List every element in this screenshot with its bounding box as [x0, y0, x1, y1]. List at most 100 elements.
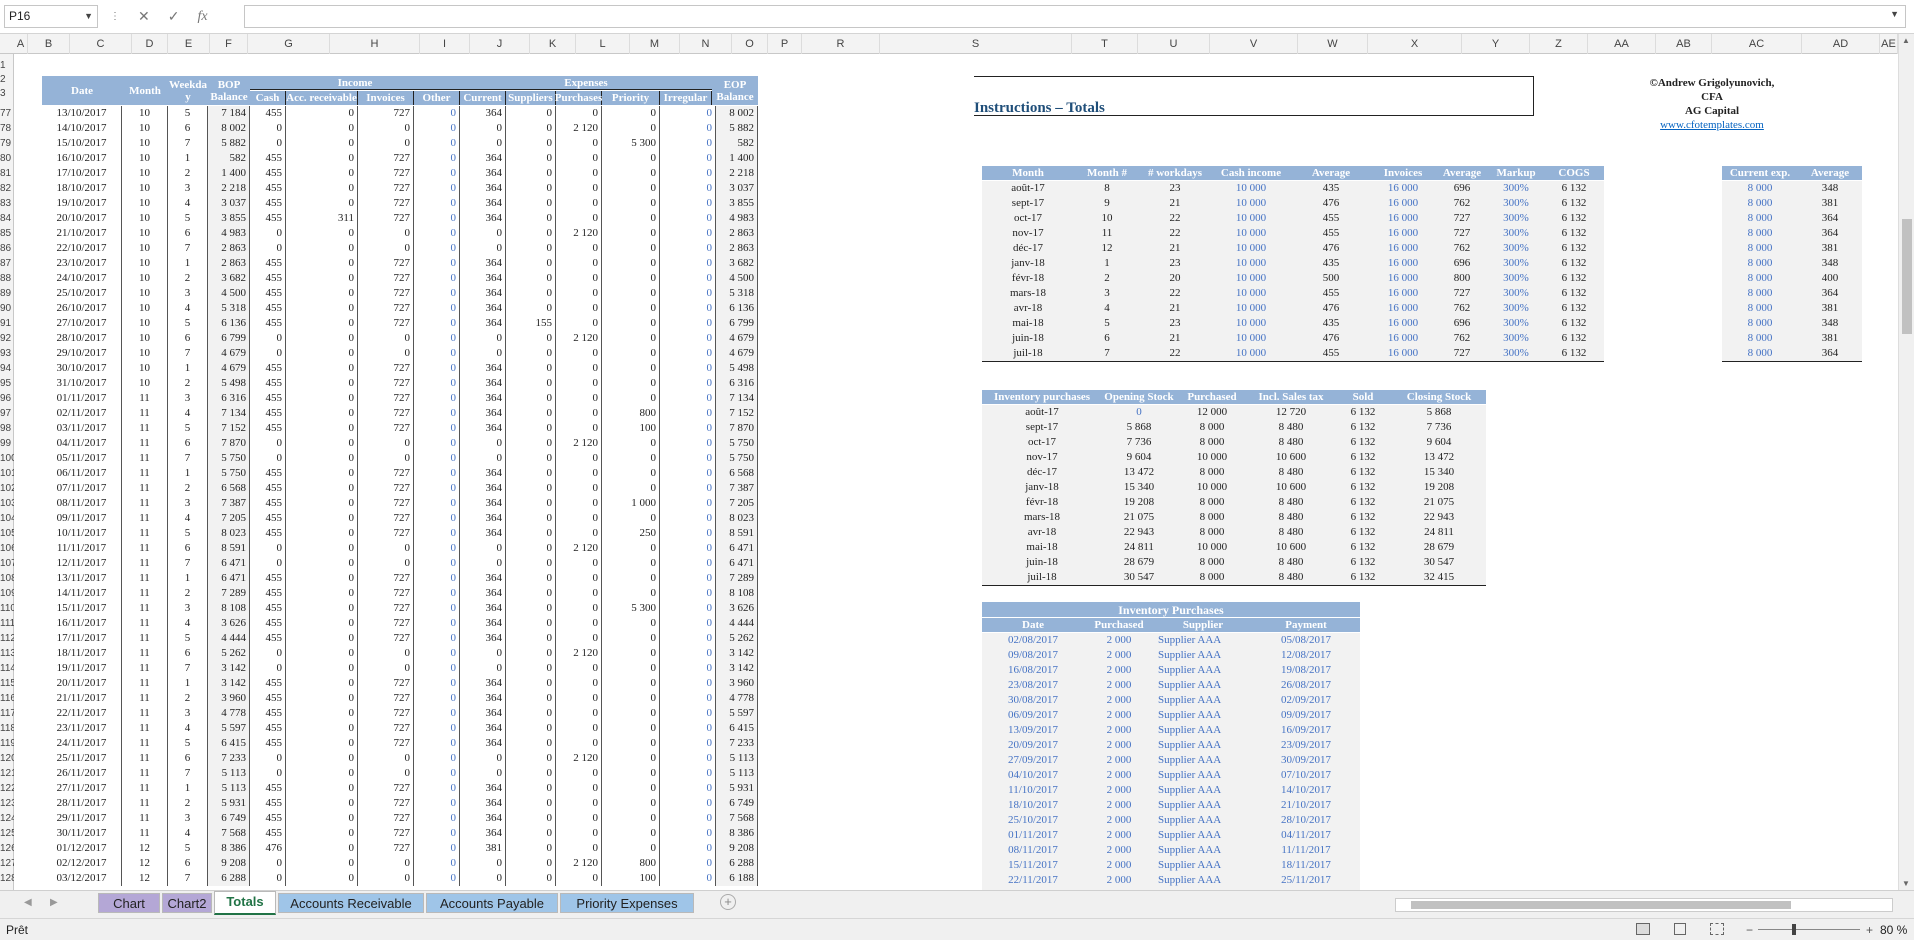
value-cell[interactable]: 0	[602, 286, 660, 301]
value-cell[interactable]: 0	[556, 586, 602, 601]
value-cell[interactable]: 10 000	[1210, 316, 1292, 331]
value-cell[interactable]: 0	[602, 511, 660, 526]
row-header[interactable]: 98	[0, 421, 14, 436]
value-cell[interactable]: 0	[286, 781, 358, 796]
value-cell[interactable]: 0	[556, 301, 602, 316]
value-cell[interactable]: 0	[506, 136, 556, 151]
value-cell[interactable]: 11	[122, 676, 168, 691]
value-cell[interactable]: 0	[556, 661, 602, 676]
value-cell[interactable]: 300%	[1488, 331, 1544, 346]
value-cell[interactable]: 5 597	[716, 706, 758, 721]
value-cell[interactable]: 727	[358, 151, 414, 166]
row-header[interactable]: 1	[0, 58, 14, 73]
row-header[interactable]: 77	[0, 106, 14, 121]
value-cell[interactable]: 727	[1436, 286, 1488, 301]
value-cell[interactable]: 455	[250, 301, 286, 316]
value-cell[interactable]: 8 002	[208, 121, 250, 136]
value-cell[interactable]: 12	[1074, 241, 1140, 256]
value-cell[interactable]: 6 132	[1544, 181, 1604, 196]
value-cell[interactable]: 18/10/2017	[982, 798, 1084, 813]
value-cell[interactable]: 0	[414, 286, 460, 301]
value-cell[interactable]: 6 188	[716, 871, 758, 886]
value-cell[interactable]: 455	[250, 166, 286, 181]
value-cell[interactable]: Supplier AAA	[1154, 708, 1252, 723]
value-cell[interactable]: 455	[250, 526, 286, 541]
date-cell[interactable]: 19/11/2017	[42, 661, 122, 676]
value-cell[interactable]: 364	[460, 571, 506, 586]
value-cell[interactable]: 476	[1292, 241, 1370, 256]
value-cell[interactable]: 8 480	[1248, 510, 1334, 525]
value-cell[interactable]: 4 679	[716, 331, 758, 346]
value-cell[interactable]: 21	[1140, 196, 1210, 211]
value-cell[interactable]: 0	[660, 436, 716, 451]
value-cell[interactable]: 0	[250, 856, 286, 871]
value-cell[interactable]: 0	[602, 376, 660, 391]
date-cell[interactable]: 20/10/2017	[42, 211, 122, 226]
value-cell[interactable]: 4 679	[716, 346, 758, 361]
value-cell[interactable]: 19 208	[1102, 495, 1176, 510]
value-cell[interactable]: 0	[556, 316, 602, 331]
date-cell[interactable]: 25/11/2017	[42, 751, 122, 766]
value-cell[interactable]: 0	[556, 781, 602, 796]
spreadsheet-grid[interactable]: A B C D E F G H I J K L M N O P R S T U V W X Y Z AA AB AC AD AE 1237…	[0, 34, 1898, 890]
month-cell[interactable]: nov-17	[982, 450, 1102, 465]
month-cell[interactable]: août-17	[982, 405, 1102, 420]
value-cell[interactable]: 10	[122, 271, 168, 286]
date-cell[interactable]: 06/11/2017	[42, 466, 122, 481]
date-cell[interactable]: 01/11/2017	[42, 391, 122, 406]
value-cell[interactable]: 455	[250, 316, 286, 331]
value-cell[interactable]: 0	[506, 586, 556, 601]
value-cell[interactable]: 0	[414, 121, 460, 136]
tab-accounts-payable[interactable]: Accounts Payable	[426, 893, 558, 913]
value-cell[interactable]: 0	[286, 541, 358, 556]
value-cell[interactable]: 455	[250, 211, 286, 226]
value-cell[interactable]: 455	[250, 676, 286, 691]
value-cell[interactable]: 8 000	[1722, 226, 1798, 241]
value-cell[interactable]: 0	[286, 496, 358, 511]
value-cell[interactable]: 0	[358, 331, 414, 346]
value-cell[interactable]: 727	[358, 676, 414, 691]
value-cell[interactable]: 4 983	[716, 211, 758, 226]
value-cell[interactable]: 364	[460, 781, 506, 796]
value-cell[interactable]: 364	[460, 211, 506, 226]
value-cell[interactable]: 0	[506, 601, 556, 616]
value-cell[interactable]: 300%	[1488, 181, 1544, 196]
column-header-m[interactable]: M	[630, 34, 680, 54]
value-cell[interactable]: 05/08/2017	[1252, 633, 1360, 648]
date-cell[interactable]: 04/11/2017	[42, 436, 122, 451]
date-cell[interactable]: 13/11/2017	[42, 571, 122, 586]
value-cell[interactable]: 6 471	[716, 556, 758, 571]
date-cell[interactable]: 22/11/2017	[42, 706, 122, 721]
date-cell[interactable]: 15/10/2017	[42, 136, 122, 151]
value-cell[interactable]: 3	[168, 286, 208, 301]
credits-link[interactable]: www.cfotemplates.com	[1642, 118, 1782, 132]
sheet-canvas[interactable]: Date Month Weekday BOP Balance Income Expense…	[14, 54, 1898, 890]
value-cell[interactable]: 100	[602, 871, 660, 886]
value-cell[interactable]: 0	[286, 271, 358, 286]
value-cell[interactable]: 0	[414, 151, 460, 166]
value-cell[interactable]: 18/11/2017	[1252, 858, 1360, 873]
value-cell[interactable]: 0	[602, 766, 660, 781]
value-cell[interactable]: 727	[358, 286, 414, 301]
value-cell[interactable]: 21 075	[1392, 495, 1486, 510]
add-sheet-icon[interactable]: +	[720, 894, 736, 910]
value-cell[interactable]: 2 863	[208, 256, 250, 271]
value-cell[interactable]: 0	[460, 226, 506, 241]
row-header[interactable]: 87	[0, 256, 14, 271]
value-cell[interactable]: 364	[460, 391, 506, 406]
value-cell[interactable]: 9 604	[1392, 435, 1486, 450]
value-cell[interactable]: 455	[1292, 346, 1370, 361]
date-cell[interactable]: 03/12/2017	[42, 871, 122, 886]
month-cell[interactable]: mars-18	[982, 510, 1102, 525]
value-cell[interactable]: 364	[460, 616, 506, 631]
value-cell[interactable]: 0	[414, 211, 460, 226]
value-cell[interactable]: 0	[660, 451, 716, 466]
value-cell[interactable]: 15 340	[1392, 465, 1486, 480]
value-cell[interactable]: 8 108	[208, 601, 250, 616]
value-cell[interactable]: 10 000	[1176, 480, 1248, 495]
row-header[interactable]: 89	[0, 286, 14, 301]
value-cell[interactable]: 11	[122, 541, 168, 556]
value-cell[interactable]: 5	[168, 421, 208, 436]
value-cell[interactable]: 12 000	[1176, 405, 1248, 420]
value-cell[interactable]: 6 132	[1544, 241, 1604, 256]
